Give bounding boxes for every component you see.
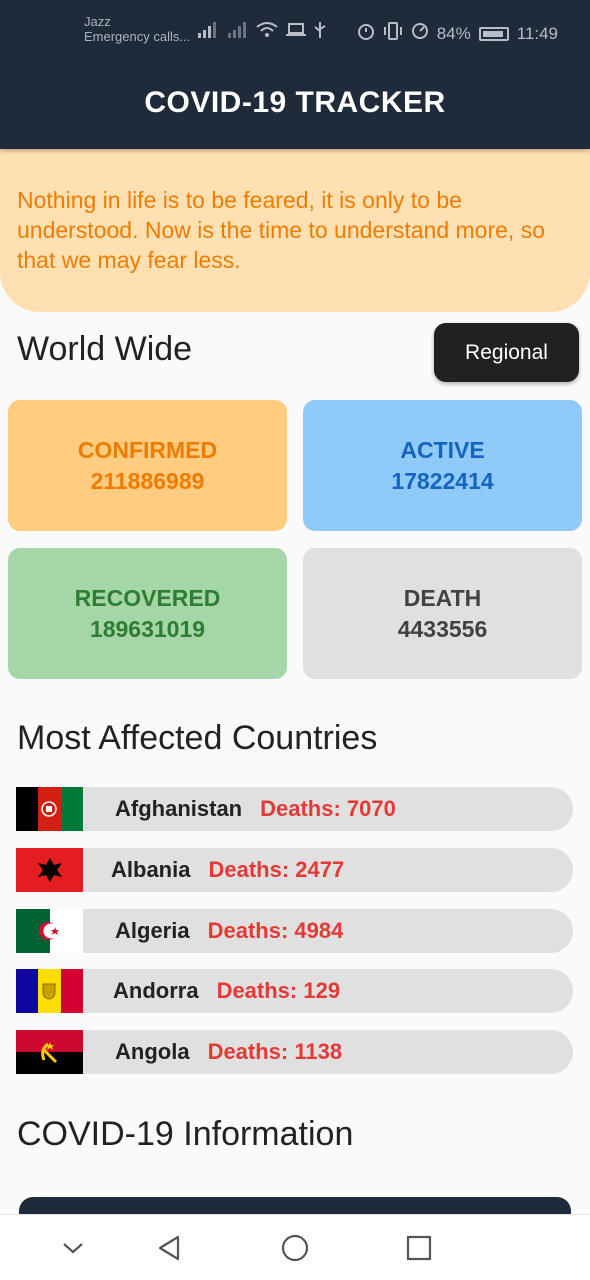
status-icons-right: 84% 11:49 [357, 22, 558, 45]
status-icons-left [196, 22, 326, 43]
signal-icon [196, 22, 218, 43]
regional-button[interactable]: Regional [434, 323, 579, 382]
country-name: Andorra [113, 978, 199, 1003]
active-value: 17822414 [391, 467, 494, 494]
world-wide-heading: World Wide [17, 330, 193, 368]
country-row-text: Andorra Deaths: 129 [113, 969, 340, 1013]
system-nav-bar [0, 1214, 590, 1280]
battery-icon [478, 26, 509, 41]
vibrate-icon [383, 22, 403, 45]
country-name: Angola [115, 1039, 190, 1064]
country-row-afghanistan[interactable]: Afghanistan Deaths: 7070 [16, 787, 573, 831]
most-affected-heading: Most Affected Countries [17, 719, 378, 757]
country-deaths: Deaths: 1138 [207, 1039, 343, 1064]
country-row-andorra[interactable]: Andorra Deaths: 129 [16, 969, 573, 1013]
alarm-icon [357, 22, 375, 45]
app-title: COVID-19 TRACKER [144, 85, 446, 119]
status-time: 11:49 [516, 23, 558, 43]
recovered-card: RECOVERED 189631019 [8, 548, 287, 679]
wifi-icon [256, 22, 278, 43]
recents-icon[interactable] [402, 1231, 436, 1265]
country-deaths: Deaths: 129 [216, 978, 341, 1003]
death-card: DEATH 4433556 [303, 548, 582, 679]
country-deaths: Deaths: 2477 [208, 857, 345, 882]
andorra-flag-icon [16, 969, 83, 1013]
country-row-angola[interactable]: Angola Deaths: 1138 [16, 1030, 573, 1074]
country-name: Algeria [115, 918, 190, 943]
afghanistan-flag-icon [16, 787, 83, 831]
carrier-status: Emergency calls... [84, 29, 191, 44]
country-deaths: Deaths: 7070 [260, 796, 396, 821]
death-label: DEATH [403, 584, 482, 611]
signal-icon-2 [226, 22, 248, 43]
usb-icon [314, 22, 326, 43]
laptop-icon [286, 22, 306, 43]
data-saver-icon [411, 22, 429, 45]
angola-flag-icon [16, 1030, 83, 1074]
country-row-text: Angola Deaths: 1138 [115, 1030, 342, 1074]
country-row-text: Albania Deaths: 2477 [111, 848, 344, 892]
status-bar: Jazz Emergency calls... 84% 11:49 [0, 0, 590, 56]
app-screen: Jazz Emergency calls... 84% 11:49 COVID-… [0, 0, 590, 1280]
app-bar: COVID-19 TRACKER [0, 56, 590, 149]
country-row-algeria[interactable]: Algeria Deaths: 4984 [16, 909, 573, 953]
recovered-label: RECOVERED [74, 584, 221, 611]
country-deaths: Deaths: 4984 [207, 918, 344, 943]
quote-text: Nothing in life is to be feared, it is o… [17, 187, 546, 273]
country-row-text: Algeria Deaths: 4984 [115, 909, 343, 953]
carrier-info: Jazz Emergency calls... [84, 14, 190, 44]
carrier-name: Jazz [84, 14, 111, 29]
quote-banner: Nothing in life is to be feared, it is o… [0, 149, 590, 312]
confirmed-value: 211886989 [90, 467, 205, 494]
albania-flag-icon [16, 848, 83, 892]
death-value: 4433556 [397, 615, 488, 642]
home-icon[interactable] [278, 1231, 312, 1265]
country-row-albania[interactable]: Albania Deaths: 2477 [16, 848, 573, 892]
active-label: ACTIVE [400, 436, 485, 463]
recovered-value: 189631019 [89, 615, 206, 642]
country-row-text: Afghanistan Deaths: 7070 [115, 787, 396, 831]
battery-percent: 84% [436, 23, 471, 43]
confirmed-label: CONFIRMED [77, 436, 218, 463]
chevron-down-icon[interactable] [56, 1231, 90, 1265]
back-icon[interactable] [152, 1231, 186, 1265]
confirmed-card: CONFIRMED 211886989 [8, 400, 287, 531]
country-name: Albania [111, 857, 191, 882]
active-card: ACTIVE 17822414 [303, 400, 582, 531]
algeria-flag-icon [16, 909, 83, 953]
country-name: Afghanistan [115, 796, 243, 821]
covid-info-heading: COVID-19 Information [17, 1115, 354, 1153]
